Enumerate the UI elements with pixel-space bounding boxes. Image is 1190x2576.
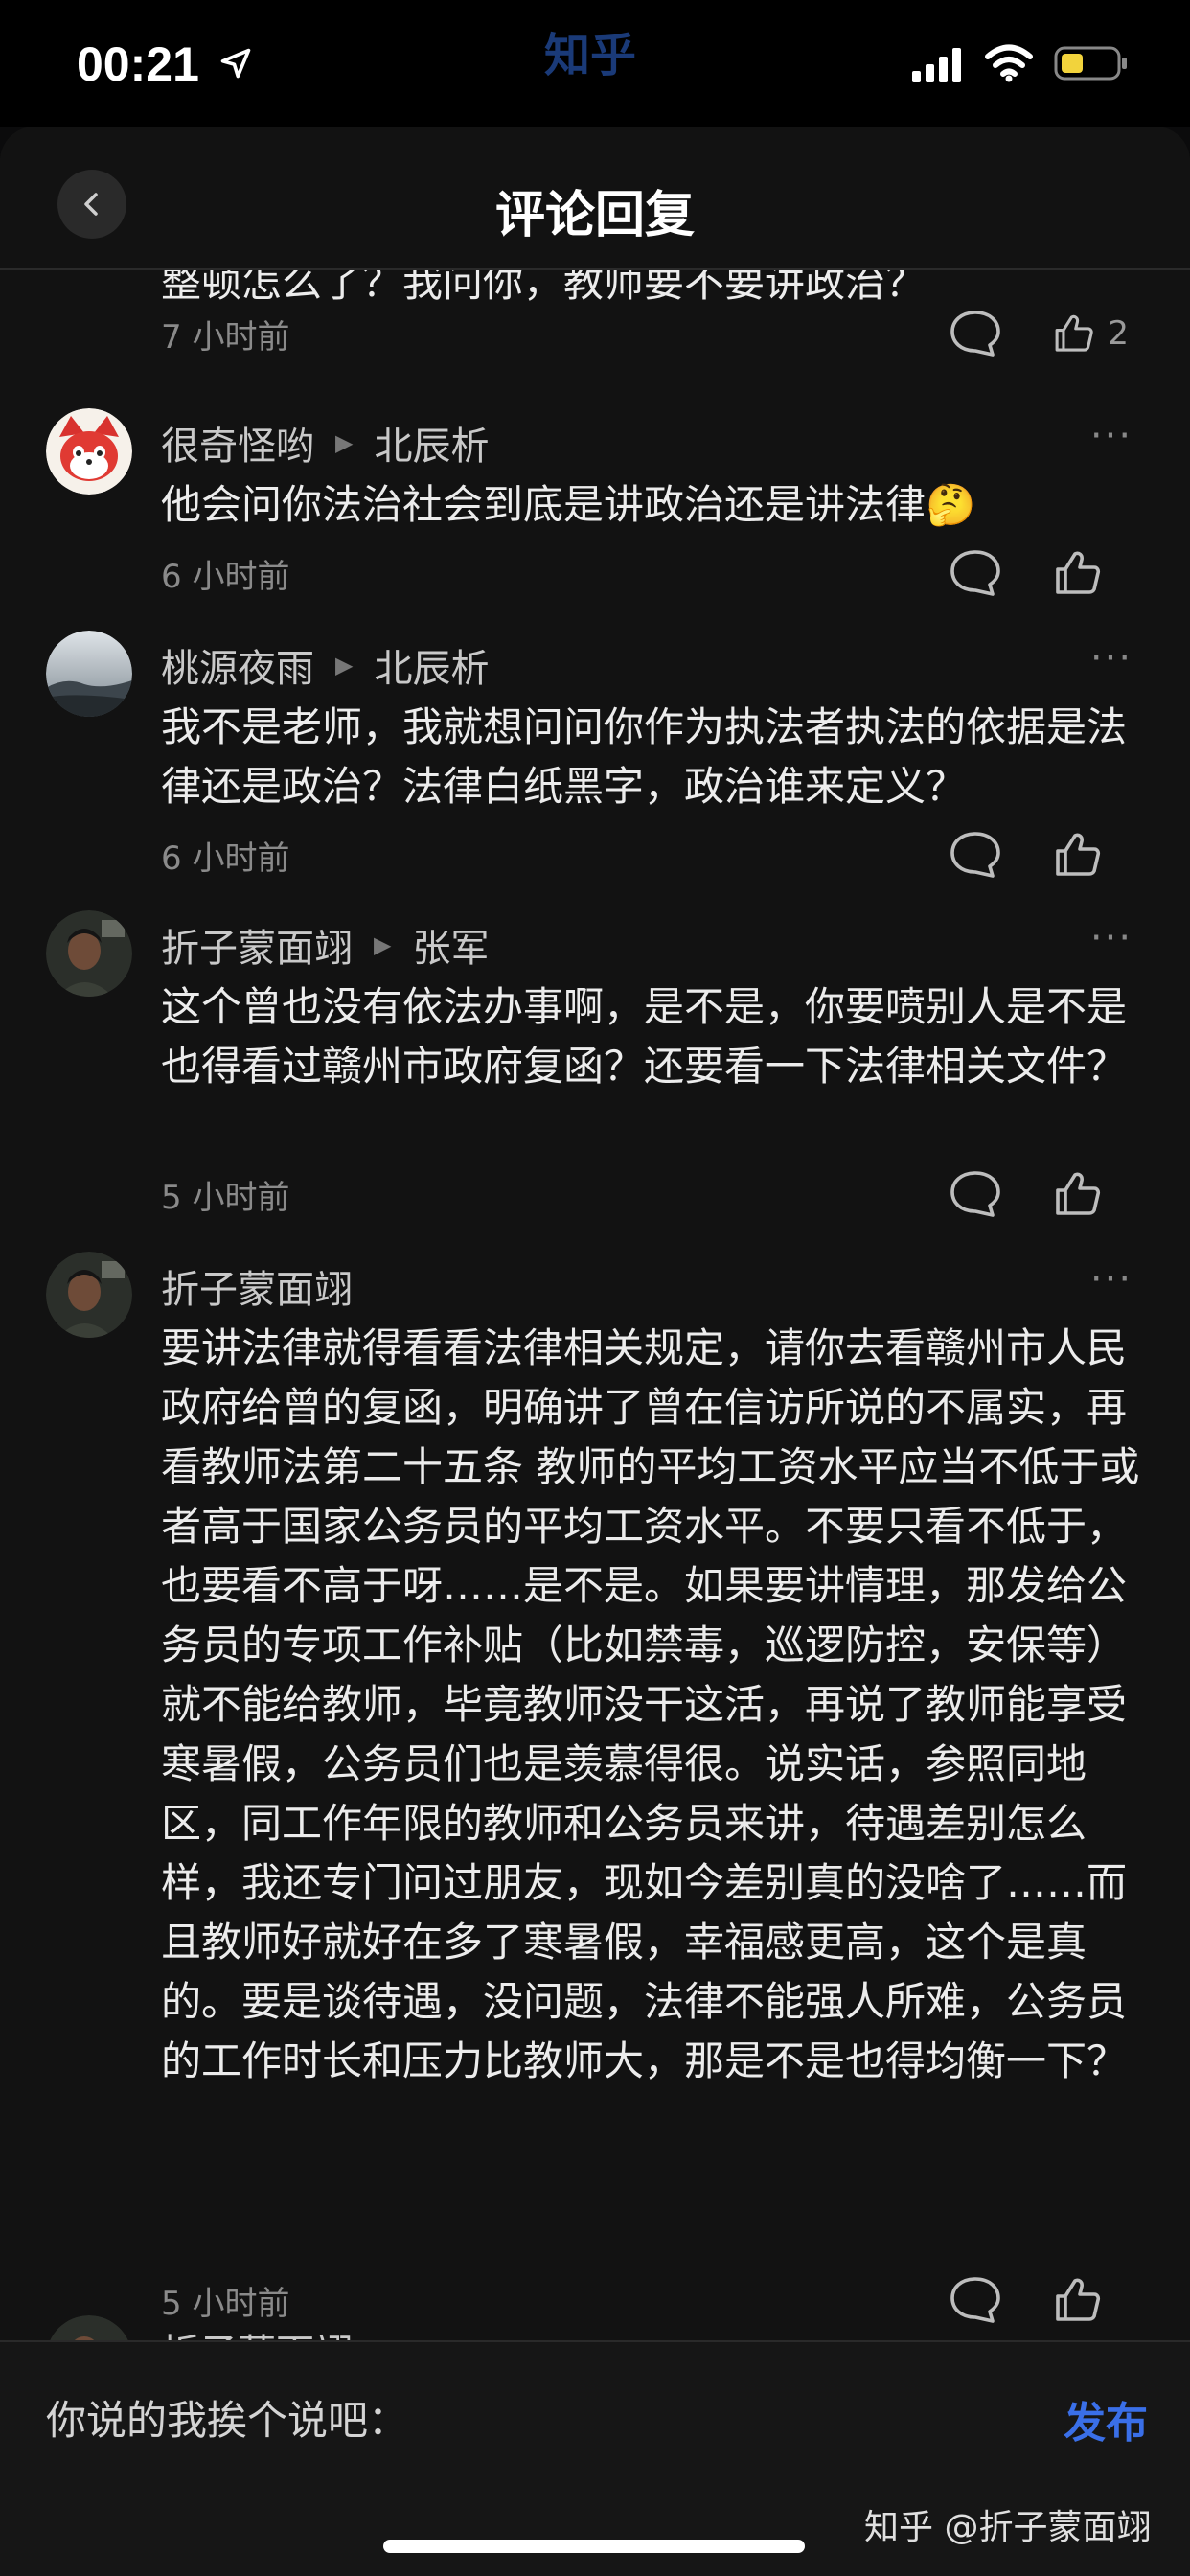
- comment-header-line: 折子蒙面翊: [161, 2321, 353, 2340]
- like-button[interactable]: [1052, 1167, 1129, 1221]
- avatar[interactable]: [46, 408, 132, 494]
- cellular-signal-icon: [912, 48, 961, 82]
- avatar[interactable]: [46, 2315, 132, 2340]
- status-time: 00:21: [77, 37, 199, 91]
- comment-author[interactable]: 折子蒙面翊: [161, 2322, 353, 2340]
- like-button[interactable]: [1052, 546, 1129, 600]
- more-options-button[interactable]: ···: [1083, 916, 1140, 964]
- comment-author[interactable]: 折子蒙面翊: [161, 1258, 353, 1314]
- comment-time: 6 小时前: [161, 558, 290, 596]
- status-app-name: 知乎: [544, 29, 637, 82]
- publish-button[interactable]: 发布: [1064, 2388, 1148, 2450]
- fox-avatar-icon: [46, 408, 132, 494]
- avatar[interactable]: [46, 631, 132, 717]
- landscape-avatar-icon: [46, 631, 132, 717]
- comment-header-line: 桃源夜雨 ▶ 北辰析: [161, 636, 489, 694]
- reply-input[interactable]: [46, 2388, 966, 2446]
- reply-bubble-icon[interactable]: [949, 309, 1002, 358]
- wifi-icon: [985, 44, 1033, 82]
- comment-author[interactable]: 折子蒙面翊: [161, 917, 353, 973]
- battery-icon: [1054, 46, 1127, 80]
- location-arrow-icon: [220, 48, 251, 79]
- comment-time: 5 小时前: [161, 1179, 290, 1217]
- like-button[interactable]: 2: [1052, 307, 1129, 360]
- comment-header-line: 折子蒙面翊 ▶ 张军: [161, 916, 489, 974]
- avatar[interactable]: [46, 910, 132, 997]
- reply-arrow-icon: ▶: [374, 932, 392, 958]
- reply-target[interactable]: 张军: [412, 917, 489, 973]
- comment-author[interactable]: 很奇怪哟: [161, 415, 314, 471]
- reply-target[interactable]: 北辰析: [374, 415, 489, 471]
- comment-time: 6 小时前: [161, 840, 290, 878]
- comment-body: 整顿怎么了？我问你，教师要不要讲政治？: [161, 270, 927, 306]
- portrait-avatar-icon: [46, 1252, 132, 1338]
- reply-bubble-icon[interactable]: [949, 548, 1002, 598]
- thumbs-up-icon: [1056, 833, 1101, 876]
- reply-arrow-icon: ▶: [335, 429, 354, 456]
- home-indicator[interactable]: [383, 2540, 805, 2553]
- thumbs-up-icon: [1056, 551, 1101, 594]
- status-bar: 00:21 知乎: [0, 0, 1190, 126]
- comment-header-line: 折子蒙面翊: [161, 1257, 353, 1315]
- more-options-button[interactable]: ···: [1083, 414, 1140, 462]
- reply-target[interactable]: 北辰析: [374, 637, 489, 693]
- thumbs-up-icon: [1056, 1172, 1101, 1215]
- page-title: 评论回复: [494, 187, 695, 244]
- comment-list[interactable]: 整顿怎么了？我问你，教师要不要讲政治？ 7 小时前 2 很奇怪哟 ▶ 北辰析 ·…: [0, 270, 1190, 2340]
- avatar[interactable]: [46, 1252, 132, 1338]
- comment-body: 要讲法律就得看看法律相关规定，请你去看赣州市人民政府给曾的复函，明确讲了曾在信访…: [161, 1324, 1140, 2084]
- comment-header: 评论回复: [0, 126, 1190, 270]
- reply-arrow-icon: ▶: [335, 652, 354, 678]
- like-button[interactable]: [1052, 828, 1129, 882]
- reply-bubble-icon[interactable]: [949, 1169, 1002, 1219]
- comment-time: 7 小时前: [161, 318, 290, 356]
- comment-author[interactable]: 桃源夜雨: [161, 637, 314, 693]
- watermark: 知乎 @折子蒙面翊: [864, 2508, 1152, 2547]
- thumbs-up-icon: [1055, 314, 1093, 352]
- comment-time: 5 小时前: [161, 2285, 290, 2323]
- reply-bubble-icon[interactable]: [949, 830, 1002, 880]
- more-options-button[interactable]: ···: [1083, 636, 1140, 684]
- comment-body: 我不是老师，我就想问问你作为执法者执法的依据是法律还是政治？法律白纸黑字，政治谁…: [161, 703, 1128, 810]
- more-options-button[interactable]: ···: [1083, 1257, 1140, 1305]
- comment-body: 这个曾也没有依法办事啊，是不是，你要喷别人是不是也得看过赣州市政府复函？还要看一…: [161, 983, 1128, 1090]
- like-button[interactable]: [1052, 2273, 1129, 2327]
- comment-body: 他会问你法治社会到底是讲政治还是讲法律🤔: [161, 481, 976, 528]
- like-count: 2: [1108, 314, 1129, 353]
- reply-bubble-icon[interactable]: [949, 2275, 1002, 2325]
- portrait-avatar-icon: [50, 2315, 128, 2340]
- reply-input-bar: 发布 知乎 @折子蒙面翊: [0, 2342, 1190, 2576]
- thumbs-up-icon: [1056, 2278, 1101, 2321]
- comment-header-line: 很奇怪哟 ▶ 北辰析: [161, 414, 489, 472]
- portrait-avatar-icon: [46, 910, 132, 997]
